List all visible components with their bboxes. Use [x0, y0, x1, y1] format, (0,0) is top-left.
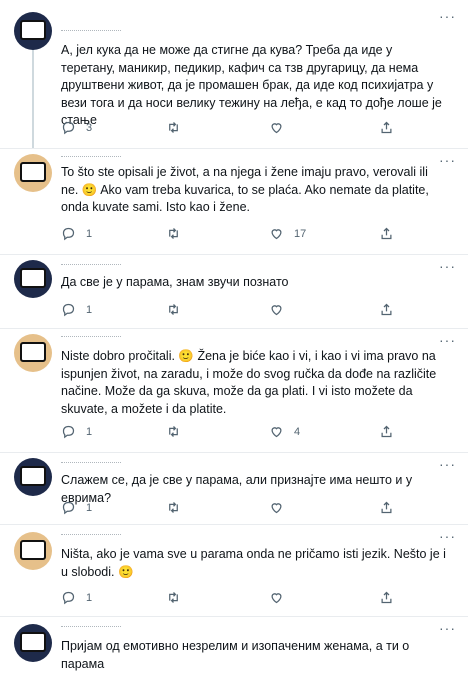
retweet-icon: [169, 502, 178, 513]
share-icon: [381, 121, 392, 134]
reply-icon: [62, 425, 75, 439]
like-button[interactable]: [269, 500, 294, 515]
reply-count: 1: [86, 227, 93, 240]
username[interactable]: [61, 626, 121, 632]
tweet-text: Niste dobro pročitali. 🙂 Žena je biće ka…: [61, 349, 437, 416]
username[interactable]: [61, 462, 121, 468]
share-icon: [381, 425, 392, 438]
more-icon[interactable]: ···: [439, 528, 456, 544]
more-icon[interactable]: ···: [439, 258, 456, 274]
tweet-text: А, јел кука да не може да стигне да кува…: [61, 43, 442, 127]
reply-button[interactable]: 1: [61, 424, 92, 439]
heart-icon: [271, 427, 282, 438]
username[interactable]: [61, 534, 121, 540]
avatar[interactable]: [14, 334, 52, 372]
like-button[interactable]: [269, 302, 294, 317]
reply-count: 1: [86, 501, 93, 514]
reply-icon: [62, 227, 75, 241]
tweet-actions: 1 17: [61, 226, 401, 244]
reply-icon: [62, 501, 75, 515]
tweet[interactable]: ··· Пријам од емотивно незрелим и изопач…: [0, 616, 468, 674]
reply-count: 3: [86, 121, 93, 134]
heart-icon: [271, 503, 282, 514]
more-icon[interactable]: ···: [439, 456, 456, 472]
retweet-icon: [169, 122, 178, 133]
avatar[interactable]: [14, 624, 52, 662]
share-button[interactable]: [379, 226, 394, 241]
reply-icon: [62, 303, 75, 317]
username[interactable]: [61, 264, 121, 270]
retweet-button[interactable]: [166, 120, 191, 135]
tweet[interactable]: ··· А, јел кука да не може да стигне да …: [0, 0, 468, 149]
heart-icon: [271, 593, 282, 604]
reply-button[interactable]: 1: [61, 500, 92, 515]
username[interactable]: [61, 156, 121, 162]
reply-button[interactable]: 3: [61, 120, 92, 135]
thread-line: [32, 48, 34, 148]
reply-button[interactable]: 1: [61, 590, 92, 605]
reply-count: 1: [86, 425, 93, 438]
avatar[interactable]: [14, 458, 52, 496]
like-count: 17: [294, 227, 307, 240]
retweet-button[interactable]: [166, 590, 191, 605]
heart-icon: [271, 229, 282, 240]
tweet[interactable]: ··· Да све је у парама, знам звучи позна…: [0, 254, 468, 329]
tweet[interactable]: ··· Niste dobro pročitali. 🙂 Žena je bić…: [0, 328, 468, 453]
tweet[interactable]: ··· Слажем се, да је све у парама, али п…: [0, 452, 468, 525]
tweet-actions: 1: [61, 302, 401, 320]
retweet-button[interactable]: [166, 424, 191, 439]
avatar[interactable]: [14, 154, 52, 192]
share-button[interactable]: [379, 590, 394, 605]
like-count: 4: [294, 425, 301, 438]
share-icon: [381, 501, 392, 514]
reply-icon: [62, 591, 75, 605]
heart-icon: [271, 305, 282, 316]
like-button[interactable]: 4: [269, 424, 300, 439]
reply-icon: [62, 121, 75, 135]
tweet-actions: 3: [61, 120, 401, 138]
username[interactable]: [61, 30, 121, 36]
username[interactable]: [61, 336, 121, 342]
share-button[interactable]: [379, 302, 394, 317]
retweet-button[interactable]: [166, 226, 191, 241]
like-button[interactable]: 17: [269, 226, 306, 241]
more-icon[interactable]: ···: [439, 8, 456, 24]
retweet-icon: [169, 304, 178, 315]
tweet-actions: 1: [61, 500, 401, 518]
reply-button[interactable]: 1: [61, 226, 92, 241]
heart-icon: [271, 123, 282, 134]
like-button[interactable]: [269, 120, 294, 135]
tweet-text: Ništa, ako je vama sve u parama onda ne …: [61, 547, 446, 579]
avatar[interactable]: [14, 532, 52, 570]
more-icon[interactable]: ···: [439, 620, 456, 636]
tweet-actions: 1 4: [61, 424, 401, 442]
like-button[interactable]: [269, 590, 294, 605]
share-button[interactable]: [379, 500, 394, 515]
retweet-icon: [169, 426, 178, 437]
tweet-text: Да све је у парама, знам звучи познато: [61, 275, 289, 289]
retweet-button[interactable]: [166, 302, 191, 317]
share-button[interactable]: [379, 120, 394, 135]
reply-button[interactable]: 1: [61, 302, 92, 317]
retweet-button[interactable]: [166, 500, 191, 515]
tweet[interactable]: ··· To što ste opisali je život, a na nj…: [0, 148, 468, 255]
share-icon: [381, 227, 392, 240]
share-icon: [381, 591, 392, 604]
tweet[interactable]: ··· Ništa, ako je vama sve u parama onda…: [0, 524, 468, 617]
retweet-icon: [169, 228, 178, 239]
avatar[interactable]: [14, 12, 52, 50]
avatar[interactable]: [14, 260, 52, 298]
share-icon: [381, 303, 392, 316]
share-button[interactable]: [379, 424, 394, 439]
retweet-icon: [169, 592, 178, 603]
tweet-actions: 1: [61, 590, 401, 608]
more-icon[interactable]: ···: [439, 332, 456, 348]
tweet-text: Пријам од емотивно незрелим и изопаченим…: [61, 639, 410, 671]
reply-count: 1: [86, 591, 93, 604]
tweet-text: To što ste opisali je život, a na njega …: [61, 165, 429, 214]
reply-count: 1: [86, 303, 93, 316]
